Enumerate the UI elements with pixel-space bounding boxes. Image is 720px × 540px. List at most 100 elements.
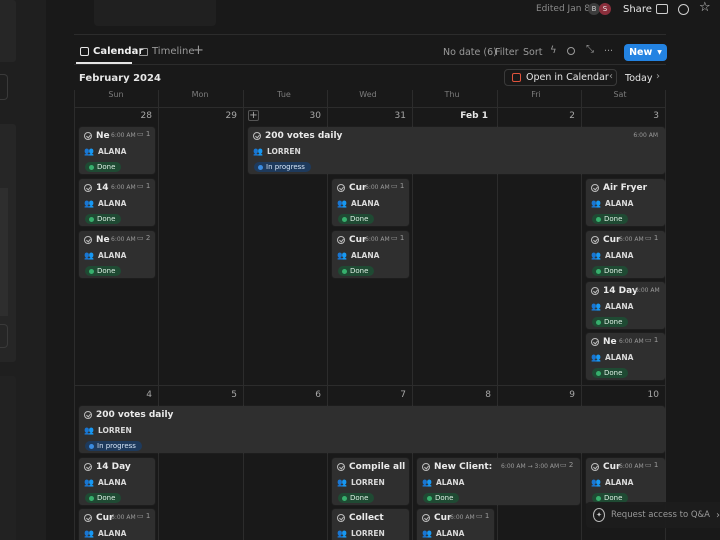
filter-button[interactable]: Filter xyxy=(495,47,519,58)
sidebar-input-box-2[interactable] xyxy=(0,324,8,348)
event-card[interactable]: 200 votes daily 6:00 AM 👥 LORREN In progr… xyxy=(248,127,665,174)
people-icon: 👥 xyxy=(591,478,601,487)
event-title: Ne xyxy=(84,235,110,245)
event-title: 14 Day xyxy=(84,462,131,472)
person-name: ALANA xyxy=(97,529,127,538)
comment-count-value: 1 xyxy=(653,234,659,242)
add-view-button[interactable]: + xyxy=(193,43,204,58)
no-date-button[interactable]: No date (6) xyxy=(443,47,497,58)
tab-calendar[interactable]: Calendar xyxy=(80,46,143,57)
event-person: 👥 LORREN xyxy=(253,147,301,156)
event-card[interactable]: Ne 6:00 AM ▭ 2 👥 ALANA Done xyxy=(79,231,155,278)
checkbox-icon xyxy=(84,411,92,419)
people-icon: 👥 xyxy=(591,251,601,260)
checkbox-icon xyxy=(591,338,599,346)
event-title: Ne xyxy=(591,337,617,347)
status-badge: In progress xyxy=(85,441,142,451)
event-time: 6:00 AM xyxy=(619,236,644,243)
request-qa-toast[interactable]: ✦ Request access to Q&A › xyxy=(586,502,720,528)
event-card[interactable]: Collect 👥 LORREN xyxy=(332,509,409,540)
event-card[interactable]: Ne 6:00 AM ▭ 1 👥 ALANA Done xyxy=(586,333,665,380)
avatar[interactable]: S xyxy=(599,3,611,15)
event-title-text: 14 xyxy=(96,183,109,193)
people-icon: 👥 xyxy=(337,529,347,538)
sidebar-input-box[interactable] xyxy=(0,74,8,100)
event-person: 👥 ALANA xyxy=(422,529,464,538)
status-badge: Done xyxy=(85,162,122,172)
event-card[interactable]: Compile all 👥 LORREN Done xyxy=(332,458,409,505)
chevron-right-icon[interactable]: › xyxy=(656,71,660,82)
status-dot xyxy=(596,370,601,376)
automation-icon[interactable]: ϟ xyxy=(550,45,557,56)
people-icon: 👥 xyxy=(337,251,347,260)
event-card[interactable]: New Client: 6:00 AM → 3:00 AM ▭ 2 👥 ALANA… xyxy=(417,458,580,505)
event-card[interactable]: 14 Day 👥 ALANA Done xyxy=(79,458,155,505)
status-dot xyxy=(89,495,94,501)
event-person: 👥 ALANA xyxy=(84,251,126,260)
new-button[interactable]: New ▼ xyxy=(624,44,667,61)
event-time: 6:00 AM xyxy=(633,132,658,139)
comment-count: ▭ 2 xyxy=(560,461,574,469)
grid-vline xyxy=(74,90,75,540)
day-number: Feb 1 xyxy=(460,111,488,121)
status-label: Done xyxy=(604,215,623,223)
comment-count: ▭ 1 xyxy=(391,182,405,190)
event-person: 👥 LORREN xyxy=(84,426,132,435)
status-label: Done xyxy=(97,215,116,223)
event-time: 6:00 AM xyxy=(635,287,660,294)
event-person: 👥 ALANA xyxy=(84,529,126,538)
grid-hline xyxy=(74,385,666,386)
event-card[interactable]: Cur 6:00 AM ▭ 1 👥 ALANA Done xyxy=(332,179,409,226)
tab-timeline[interactable]: Timeline xyxy=(139,46,195,57)
event-card[interactable]: Air Fryer 👥 ALANA Done xyxy=(586,179,665,226)
status-dot xyxy=(89,164,94,170)
comment-count: ▭ 1 xyxy=(137,182,151,190)
event-person: 👥 ALANA xyxy=(337,199,379,208)
status-label: Done xyxy=(604,318,623,326)
clock-icon[interactable] xyxy=(678,4,689,15)
person-name: ALANA xyxy=(97,199,127,208)
chevron-left-icon[interactable]: ‹ xyxy=(609,71,613,82)
share-button[interactable]: Share xyxy=(623,4,652,15)
event-title: Compile all xyxy=(337,462,405,472)
event-title-text: New Client: xyxy=(434,462,493,472)
event-card[interactable]: Cur 6:00 AM ▭ 1 👥 ALANA xyxy=(417,509,494,540)
event-card[interactable]: Ne 6:00 AM ▭ 1 👥 ALANA Done xyxy=(79,127,155,174)
event-person: 👥 ALANA xyxy=(591,199,633,208)
add-event-icon[interactable]: + xyxy=(248,110,259,121)
event-title-text: Air Fryer xyxy=(603,183,648,193)
grid-vline xyxy=(665,90,666,540)
day-number: 28 xyxy=(140,111,152,121)
status-dot xyxy=(596,268,601,274)
sort-button[interactable]: Sort xyxy=(523,47,542,58)
person-name: ALANA xyxy=(97,478,127,487)
comment-count-value: 2 xyxy=(145,234,151,242)
event-card[interactable]: 200 votes daily 👥 LORREN In progress xyxy=(79,406,665,453)
checkbox-icon xyxy=(591,287,599,295)
comment-count-value: 1 xyxy=(653,336,659,344)
event-card[interactable]: Cur 6:00 AM ▭ 1 👥 ALANA Done xyxy=(586,458,665,505)
status-badge: Done xyxy=(592,368,629,378)
comment-icon[interactable] xyxy=(656,4,668,14)
month-title: February 2024 xyxy=(79,73,161,84)
people-icon: 👥 xyxy=(591,353,601,362)
event-card[interactable]: 14 Day 6:00 AM 👥 ALANA Done xyxy=(586,282,665,329)
event-title: Cur xyxy=(337,183,366,193)
comment-count: ▭ 1 xyxy=(137,130,151,138)
more-options-button[interactable]: ··· xyxy=(604,46,613,57)
today-button[interactable]: Today xyxy=(625,73,652,84)
status-badge: Done xyxy=(85,266,122,276)
search-icon[interactable] xyxy=(567,47,575,55)
event-card[interactable]: Cur 6:00 AM ▭ 1 👥 ALANA Done xyxy=(586,231,665,278)
person-name: ALANA xyxy=(604,199,634,208)
expand-icon[interactable]: ⤡ xyxy=(586,44,594,55)
event-card[interactable]: Cur 6:00 AM ▭ 1 👥 ALANA xyxy=(79,509,155,540)
event-person: 👥 ALANA xyxy=(591,251,633,260)
star-icon[interactable]: ☆ xyxy=(699,0,711,15)
checkbox-icon xyxy=(591,184,599,192)
person-name: LORREN xyxy=(350,529,385,538)
people-icon: 👥 xyxy=(84,251,94,260)
open-in-calendar-button[interactable]: Open in Calendar xyxy=(504,69,617,86)
event-card[interactable]: 14 6:00 AM ▭ 1 👥 ALANA Done xyxy=(79,179,155,226)
event-card[interactable]: Cur 6:00 AM ▭ 1 👥 ALANA Done xyxy=(332,231,409,278)
